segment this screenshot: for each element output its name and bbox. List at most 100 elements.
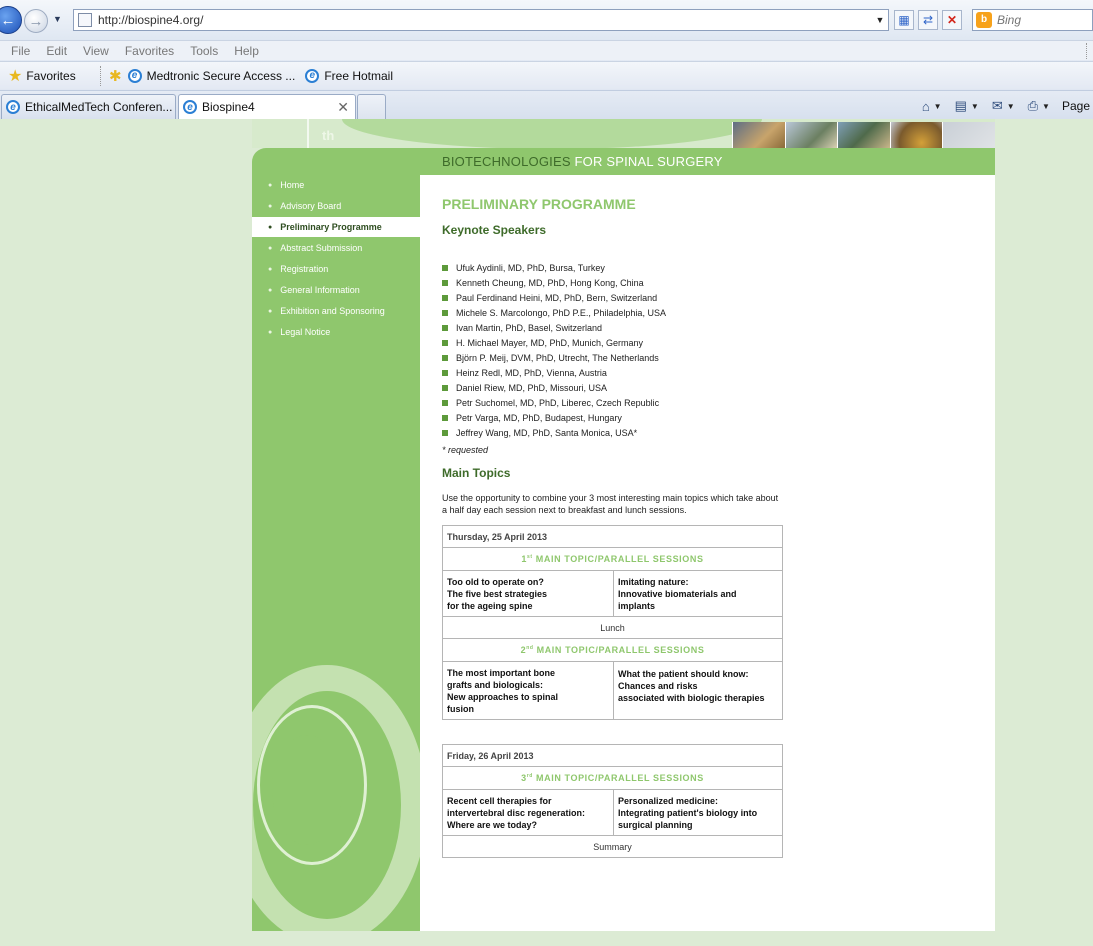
- stop-icon[interactable]: ✕: [942, 10, 962, 30]
- print-icon[interactable]: ⎙: [1028, 98, 1038, 114]
- menu-file[interactable]: File: [11, 44, 30, 58]
- session-line: The most important bone: [447, 667, 555, 678]
- sidebar-item-registration[interactable]: ● Registration: [252, 259, 420, 279]
- topic-label: MAIN TOPIC/PARALLEL SESSIONS: [533, 645, 705, 655]
- sidebar-item-advisory-board[interactable]: ● Advisory Board: [252, 196, 420, 216]
- print-dropdown-icon[interactable]: ▼: [1042, 102, 1050, 111]
- bullet-icon: ●: [268, 223, 273, 231]
- fav-link-label: Medtronic Secure Access ...: [146, 68, 296, 83]
- menu-help[interactable]: Help: [234, 44, 259, 58]
- session-line: Innovative biomaterials and: [618, 588, 737, 599]
- session-line: Imitating nature:: [618, 576, 689, 587]
- list-item: Daniel Riew, MD, PhD, Missouri, USA: [442, 380, 666, 395]
- square-bullet-icon: [442, 414, 448, 421]
- toolbar-grip[interactable]: [1086, 43, 1090, 59]
- square-bullet-icon: [442, 354, 448, 361]
- command-bar: ⌂ ▼ ▤ ▼ ✉ ▼ ⎙ ▼ Page: [917, 95, 1093, 117]
- keynote-heading: Keynote Speakers: [442, 223, 547, 237]
- search-box[interactable]: b: [972, 9, 1093, 31]
- square-bullet-icon: [442, 279, 448, 286]
- home-dropdown-icon[interactable]: ▼: [934, 102, 942, 111]
- address-bar[interactable]: http://biospine4.org/ ▼: [73, 9, 889, 31]
- menu-favorites[interactable]: Favorites: [125, 44, 174, 58]
- back-button[interactable]: ←: [0, 6, 22, 34]
- header-photo-strip: [732, 122, 995, 148]
- list-item: H. Michael Mayer, MD, PhD, Munich, Germa…: [442, 335, 666, 350]
- table-row: Too old to operate on? The five best stra…: [442, 570, 783, 617]
- header-photo: [784, 122, 838, 148]
- sidebar-item-home[interactable]: ● Home: [252, 175, 420, 195]
- mail-icon[interactable]: ✉: [992, 98, 1003, 114]
- sidebar-item-abstract-submission[interactable]: ● Abstract Submission: [252, 238, 420, 258]
- header-photo: [732, 122, 785, 148]
- banner-title-accent: FOR SPINAL SURGERY: [574, 154, 723, 169]
- recent-pages-dropdown[interactable]: ▼: [53, 14, 62, 24]
- address-dropdown-icon[interactable]: ▼: [872, 15, 888, 25]
- header-divider: [307, 119, 309, 148]
- table-row: 3rd MAIN TOPIC/PARALLEL SESSIONS: [442, 766, 783, 790]
- url-text[interactable]: http://biospine4.org/: [98, 13, 872, 27]
- bing-icon: b: [976, 12, 992, 28]
- closing-label: Summary: [442, 835, 783, 858]
- menu-tools[interactable]: Tools: [190, 44, 218, 58]
- main-topics-intro: Use the opportunity to combine your 3 mo…: [442, 493, 779, 515]
- close-tab-icon[interactable]: ✕: [337, 99, 349, 116]
- arrow-left-icon: ←: [0, 11, 16, 29]
- menu-edit[interactable]: Edit: [46, 44, 67, 58]
- address-row: ← → ▼ http://biospine4.org/ ▼ ▦ ⇄ ✕ b: [0, 0, 1093, 40]
- day-label: Thursday, 25 April 2013: [442, 525, 783, 548]
- tab-biospine4[interactable]: e Biospine4 ✕: [178, 94, 356, 119]
- new-tab-button[interactable]: [357, 94, 386, 119]
- sidebar-item-general-information[interactable]: ● General Information: [252, 280, 420, 300]
- session-line: The five best strategies: [447, 588, 548, 599]
- list-item: Ufuk Aydinli, MD, PhD, Bursa, Turkey: [442, 260, 666, 275]
- menu-bar: File Edit View Favorites Tools Help: [0, 40, 1093, 60]
- tab-ethicalmedtech[interactable]: e EthicalMedTech Conferen...: [1, 94, 176, 119]
- session-line: Too old to operate on?: [447, 576, 544, 587]
- square-bullet-icon: [442, 384, 448, 391]
- bullet-icon: ●: [268, 181, 273, 189]
- topic-ordinal: nd: [526, 645, 534, 651]
- speaker-name: Petr Varga, MD, PhD, Budapest, Hungary: [456, 412, 622, 423]
- speaker-name: Petr Suchomel, MD, PhD, Liberec, Czech R…: [456, 397, 660, 408]
- forward-button[interactable]: →: [24, 9, 48, 33]
- fav-link-hotmail[interactable]: e Free Hotmail: [305, 68, 393, 83]
- sidebar-item-label: General Information: [280, 285, 360, 295]
- sidebar-item-preliminary-programme[interactable]: ● Preliminary Programme: [252, 217, 420, 237]
- speaker-list: Ufuk Aydinli, MD, PhD, Bursa, Turkey Ken…: [442, 260, 666, 440]
- browser-chrome: ← → ▼ http://biospine4.org/ ▼ ▦ ⇄ ✕ b Fi…: [0, 0, 1093, 119]
- table-row: 2nd MAIN TOPIC/PARALLEL SESSIONS: [442, 638, 783, 662]
- search-input[interactable]: [997, 13, 1087, 27]
- refresh-icon[interactable]: ⇄: [918, 10, 938, 30]
- compatibility-view-icon[interactable]: ▦: [894, 10, 914, 30]
- table-row: Recent cell therapies for intervertebral …: [442, 789, 783, 836]
- square-bullet-icon: [442, 294, 448, 301]
- sidebar-nav: ● Home ● Advisory Board ● Preliminary Progr…: [252, 175, 420, 931]
- menu-view[interactable]: View: [83, 44, 109, 58]
- square-bullet-icon: [442, 429, 448, 436]
- sidebar-item-label: Home: [280, 180, 305, 190]
- feeds-icon[interactable]: ▤: [955, 98, 967, 114]
- sidebar-item-legal-notice[interactable]: ● Legal Notice: [252, 322, 420, 342]
- fav-link-medtronic[interactable]: e Medtronic Secure Access ...: [127, 68, 296, 83]
- mail-dropdown-icon[interactable]: ▼: [1007, 102, 1015, 111]
- list-item: Heinz Redl, MD, PhD, Vienna, Austria: [442, 365, 666, 380]
- sidebar-item-label: Abstract Submission: [280, 243, 363, 253]
- topic-header: 2nd MAIN TOPIC/PARALLEL SESSIONS: [442, 638, 783, 662]
- header-photo: [889, 122, 943, 148]
- session-cell: The most important bone grafts and biolog…: [442, 661, 614, 720]
- page-viewport: th BIOTECHNOLOGIES FOR SPINAL SURGERY ● H…: [0, 119, 1093, 946]
- session-line: associated with biologic therapies: [618, 693, 765, 703]
- page-menu-button[interactable]: Page: [1062, 99, 1090, 113]
- add-favorite-icon[interactable]: ✱: [109, 67, 122, 85]
- home-icon[interactable]: ⌂: [922, 99, 930, 114]
- page-icon: [78, 13, 92, 27]
- feeds-dropdown-icon[interactable]: ▼: [971, 102, 979, 111]
- speaker-name: Jeffrey Wang, MD, PhD, Santa Monica, USA…: [456, 427, 638, 438]
- break-label: Lunch: [442, 616, 783, 639]
- square-bullet-icon: [442, 339, 448, 346]
- favorites-button[interactable]: ★ Favorites: [8, 66, 94, 86]
- favorites-label: Favorites: [26, 68, 76, 83]
- sidebar-item-exhibition-sponsoring[interactable]: ● Exhibition and Sponsoring: [252, 301, 420, 321]
- site-container: th BIOTECHNOLOGIES FOR SPINAL SURGERY ● H…: [252, 119, 995, 931]
